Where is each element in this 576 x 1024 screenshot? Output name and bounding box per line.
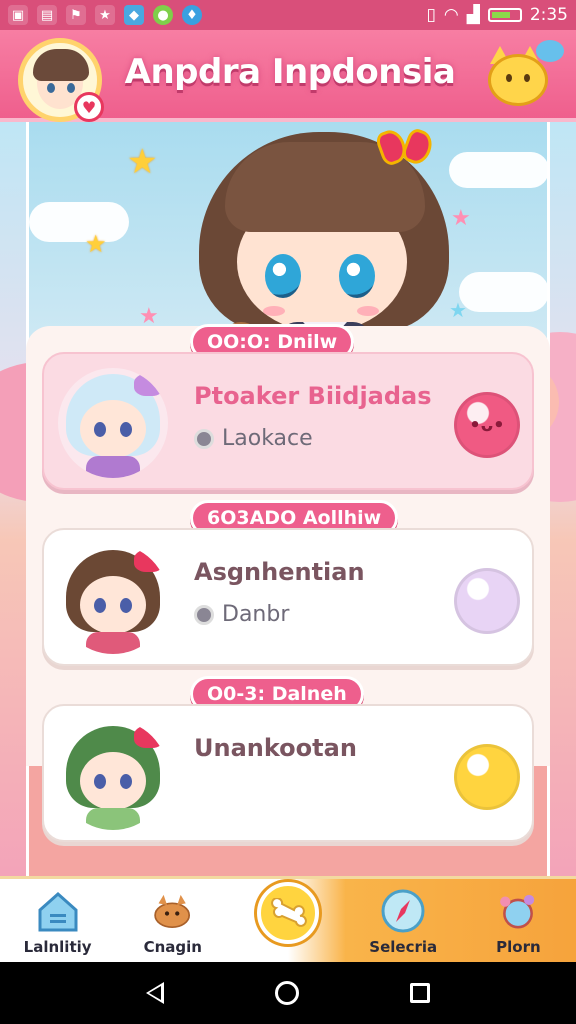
status-bar: ▣ ▤ ⚑ ★ ◆ ● ♦ ▯ ◠ ▟ 2:35 (0, 0, 576, 30)
back-icon[interactable] (145, 982, 164, 1004)
nav-item-center[interactable] (230, 879, 345, 962)
card-subtitle-row: Laokace (194, 426, 313, 451)
battery-icon (487, 8, 522, 22)
home-icon[interactable] (274, 981, 299, 1005)
fox-icon (150, 888, 196, 934)
status-dot-icon (194, 604, 214, 625)
house-icon (35, 888, 81, 934)
potion-icon (495, 888, 541, 934)
character-thumbnail (58, 368, 168, 478)
status-time: 2:35 (529, 5, 568, 25)
nav-item-home[interactable]: Lalnlitiy (0, 879, 115, 962)
nav-item-explore[interactable]: Selecria (346, 879, 461, 962)
character-card[interactable]: Ptoaker Biidjadas Laokace •ᴗ• (42, 352, 534, 490)
card-title: Asgnhentian (194, 558, 365, 586)
nav-label: Cnagin (143, 938, 202, 956)
nav-label: Plorn (496, 938, 541, 956)
recent-apps-icon[interactable] (410, 983, 431, 1003)
card-action-button[interactable]: •ᴗ• (454, 392, 520, 458)
card-title: Ptoaker Biidjadas (194, 382, 432, 410)
vibrate-icon: ▯ (426, 5, 436, 25)
status-dot-icon (194, 428, 214, 449)
nav-item-pet[interactable]: Cnagin (115, 879, 230, 962)
bottom-navigation: Lalnlitiy Cnagin Selecria Plorn (0, 876, 576, 962)
character-card[interactable]: Asgnhentian Danbr (42, 528, 534, 666)
card-action-button[interactable] (454, 744, 520, 810)
nav-label: Selecria (369, 938, 438, 956)
card-subtitle-row: Danbr (194, 602, 289, 627)
star-icon: ★ (85, 230, 107, 258)
nav-label: Lalnlitiy (23, 938, 92, 956)
compass-icon (380, 888, 426, 934)
character-thumbnail (58, 720, 168, 830)
star-icon: ★ (127, 142, 158, 182)
drop-icon: ♦ (182, 5, 202, 25)
system-navigation (0, 962, 576, 1024)
heart-icon[interactable]: ♥ (74, 92, 104, 122)
document-icon: ▤ (37, 5, 57, 25)
nav-item-potion[interactable]: Plorn (461, 879, 576, 962)
character-card[interactable]: Unankootan (42, 704, 534, 842)
bow-icon (373, 126, 437, 170)
star-icon: ★ (95, 5, 115, 25)
card-subtitle: Danbr (222, 602, 290, 627)
circle-app-icon: ● (153, 5, 173, 25)
shield-icon: ◆ (124, 5, 144, 25)
mascot-icon[interactable] (484, 40, 564, 112)
character-thumbnail (58, 544, 168, 654)
flag-icon: ⚑ (66, 5, 86, 25)
card-subtitle: Laokace (222, 426, 313, 451)
app-header: ♥ Anpdra Inpdonsia (0, 30, 576, 122)
card-title: Unankootan (194, 734, 357, 762)
wifi-icon: ◠ (443, 5, 459, 25)
app-title: Anpdra Inpdonsia (124, 52, 456, 92)
signal-icon: ▟ (466, 5, 480, 25)
image-icon: ▣ (8, 5, 28, 25)
card-action-button[interactable] (454, 568, 520, 634)
bone-icon (257, 882, 319, 944)
character-list: OO:O: Dnilw Ptoaker Biidjadas Laokace •ᴗ• 6O… (26, 324, 550, 842)
